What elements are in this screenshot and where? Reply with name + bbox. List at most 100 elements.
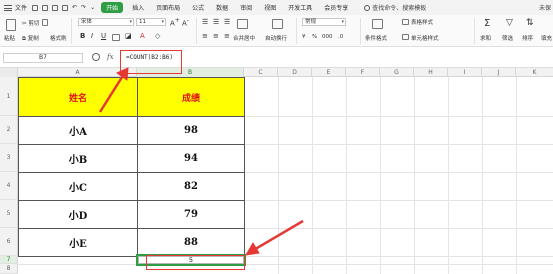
format-painter-icon[interactable] bbox=[42, 19, 48, 26]
tab-home[interactable]: 开始 bbox=[101, 2, 124, 13]
print-icon[interactable] bbox=[52, 4, 59, 11]
fill-color-icon[interactable]: ◪ bbox=[125, 32, 132, 40]
row-header-1[interactable]: 1 bbox=[0, 77, 18, 116]
score-cell[interactable]: 79 bbox=[137, 200, 245, 229]
command-search[interactable]: 查找命令、搜索模板 bbox=[364, 3, 426, 12]
table-style-button[interactable]: 表格样式 bbox=[411, 18, 433, 26]
font-color-icon[interactable]: A bbox=[140, 32, 145, 40]
select-all-corner[interactable] bbox=[0, 68, 18, 77]
align-middle-icon[interactable]: ☰ bbox=[213, 18, 219, 26]
fx-icon[interactable]: fx bbox=[107, 53, 114, 61]
column-header-h[interactable]: H bbox=[414, 68, 448, 77]
tab-insert[interactable]: 插入 bbox=[132, 3, 144, 12]
name-box[interactable]: B7 bbox=[3, 53, 83, 63]
ribbon-toolbar: 粘贴 ✂ 剪切 ⧉ 复制 格式刷 宋体 ▾ 11 ▾ A+ A- B I U ◪ A… bbox=[0, 15, 553, 47]
export-icon[interactable] bbox=[42, 4, 49, 11]
clear-format-icon[interactable]: ◇ bbox=[155, 32, 160, 40]
align-left-icon[interactable]: ≡ bbox=[202, 32, 208, 40]
header-cell-score[interactable]: 成绩 bbox=[137, 77, 245, 117]
conditional-format-icon[interactable] bbox=[372, 19, 383, 29]
row-header-3[interactable]: 3 bbox=[0, 144, 18, 172]
table-style-icon[interactable] bbox=[402, 19, 409, 25]
preview-icon[interactable] bbox=[62, 4, 69, 11]
conditional-format-button[interactable]: 条件格式 bbox=[365, 34, 387, 42]
tab-review[interactable]: 审阅 bbox=[240, 3, 252, 12]
row-header-6[interactable]: 6 bbox=[0, 228, 18, 256]
bold-button[interactable]: B bbox=[80, 32, 85, 40]
column-header-e[interactable]: E bbox=[312, 68, 346, 77]
align-center-icon[interactable]: ≡ bbox=[213, 32, 219, 40]
sum-button[interactable]: 求和 bbox=[480, 34, 491, 42]
score-cell[interactable]: 82 bbox=[137, 172, 245, 201]
currency-button[interactable]: ¥ bbox=[302, 34, 306, 40]
cell-style-icon[interactable] bbox=[402, 34, 409, 40]
column-header-j[interactable]: J bbox=[482, 68, 516, 77]
name-cell[interactable]: 小E bbox=[18, 228, 138, 257]
redo-icon[interactable]: ↷ bbox=[81, 4, 86, 11]
sum-icon[interactable]: Σ bbox=[484, 18, 490, 29]
tab-view[interactable]: 视图 bbox=[264, 3, 276, 12]
wrap-text-button[interactable]: 自动换行 bbox=[265, 34, 287, 42]
column-header-f[interactable]: F bbox=[346, 68, 380, 77]
undo-icon[interactable]: ↶ bbox=[72, 4, 77, 11]
chevron-down-icon[interactable]: ⌄ bbox=[90, 4, 95, 11]
header-cell-name[interactable]: 姓名 bbox=[18, 77, 138, 117]
align-top-icon[interactable]: ☰ bbox=[202, 18, 208, 26]
paste-icon[interactable] bbox=[6, 19, 16, 31]
tab-page-layout[interactable]: 页面布局 bbox=[156, 3, 180, 12]
filter-button[interactable]: 筛选 bbox=[502, 34, 513, 42]
row-header-4[interactable]: 4 bbox=[0, 172, 18, 200]
cloud-status[interactable]: 未保 bbox=[539, 3, 551, 12]
column-header-i[interactable]: I bbox=[448, 68, 482, 77]
column-header-g[interactable]: G bbox=[380, 68, 414, 77]
row-header-5[interactable]: 5 bbox=[0, 200, 18, 228]
italic-button[interactable]: I bbox=[91, 32, 93, 40]
number-format-select[interactable]: 常规 ▾ bbox=[302, 18, 346, 26]
tab-member[interactable]: 会员专享 bbox=[324, 3, 348, 12]
column-header-c[interactable]: C bbox=[244, 68, 278, 77]
name-cell[interactable]: 小B bbox=[18, 144, 138, 173]
grow-font-button[interactable]: A+ bbox=[170, 18, 180, 27]
format-painter-button[interactable]: 格式刷 bbox=[50, 34, 67, 42]
score-cell[interactable]: 94 bbox=[137, 144, 245, 173]
cut-button[interactable]: ✂ 剪切 bbox=[22, 19, 39, 27]
name-cell[interactable]: 小A bbox=[18, 116, 138, 145]
font-name-select[interactable]: 宋体 ▾ bbox=[78, 18, 134, 26]
thousands-button[interactable]: 000 bbox=[322, 34, 333, 40]
tab-formulas[interactable]: 公式 bbox=[192, 3, 204, 12]
sort-icon[interactable]: ⇅ bbox=[526, 18, 534, 28]
save-icon[interactable] bbox=[32, 4, 39, 11]
row-header-7[interactable]: 7 bbox=[0, 256, 18, 264]
column-header-k[interactable]: K bbox=[516, 68, 553, 77]
merge-center-icon[interactable] bbox=[237, 19, 248, 29]
column-header-row: A B C D E F G H I J K bbox=[0, 68, 553, 77]
filter-icon[interactable]: ▽ bbox=[506, 18, 513, 28]
row-header-2[interactable]: 2 bbox=[0, 116, 18, 144]
border-icon[interactable] bbox=[112, 34, 120, 41]
sort-button[interactable]: 排序 bbox=[522, 34, 533, 42]
wrap-text-icon[interactable] bbox=[272, 19, 283, 29]
underline-button[interactable]: U bbox=[101, 32, 106, 40]
align-right-icon[interactable]: ≡ bbox=[224, 32, 230, 40]
fill-button[interactable]: 填充 bbox=[541, 34, 552, 42]
zoom-icon[interactable] bbox=[92, 53, 100, 61]
merge-center-button[interactable]: 合并居中 bbox=[233, 34, 255, 42]
copy-button[interactable]: ⧉ 复制 bbox=[22, 34, 39, 43]
menu-icon[interactable] bbox=[4, 4, 12, 11]
paste-button[interactable]: 粘贴 bbox=[4, 34, 15, 42]
cell-style-button[interactable]: 单元格样式 bbox=[411, 34, 439, 42]
name-cell[interactable]: 小C bbox=[18, 172, 138, 201]
file-menu[interactable]: 文件 bbox=[15, 3, 27, 12]
column-header-d[interactable]: D bbox=[278, 68, 312, 77]
score-cell[interactable]: 88 bbox=[137, 228, 245, 257]
decimal-button[interactable]: .0 bbox=[338, 34, 343, 40]
align-bottom-icon[interactable]: ☰ bbox=[224, 18, 230, 26]
font-size-select[interactable]: 11 ▾ bbox=[136, 18, 166, 26]
tab-data[interactable]: 数据 bbox=[216, 3, 228, 12]
tab-developer[interactable]: 开发工具 bbox=[288, 3, 312, 12]
row-header-8[interactable]: 8 bbox=[0, 264, 18, 274]
percent-button[interactable]: % bbox=[312, 34, 317, 40]
shrink-font-button[interactable]: A- bbox=[182, 18, 189, 27]
name-cell[interactable]: 小D bbox=[18, 200, 138, 229]
score-cell[interactable]: 98 bbox=[137, 116, 245, 145]
